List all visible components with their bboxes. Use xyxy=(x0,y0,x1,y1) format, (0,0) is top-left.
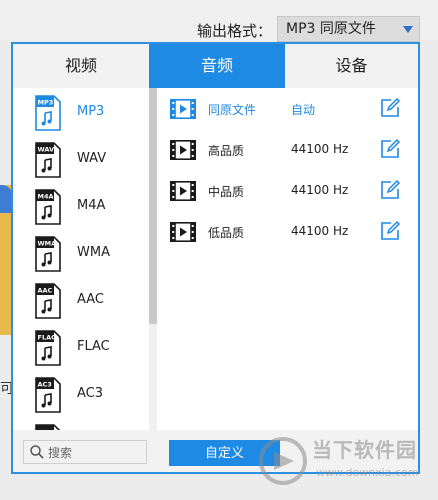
film-icon xyxy=(170,99,196,119)
format-label: AAC xyxy=(77,292,104,307)
audio-file-icon: WMA xyxy=(35,236,61,272)
format-item[interactable]: WAV WAV xyxy=(13,137,149,183)
quality-rate: 44100 Hz xyxy=(291,142,349,156)
quality-row[interactable]: 同原文件 自动 xyxy=(163,91,418,131)
format-label: WAV xyxy=(77,151,107,166)
quality-name: 高品质 xyxy=(208,144,245,158)
tab-video[interactable]: 视频 xyxy=(13,44,149,88)
output-format-label: 输出格式： xyxy=(197,22,273,40)
format-item[interactable]: AAC AAC xyxy=(13,278,149,324)
format-item[interactable]: WMA WMA xyxy=(13,231,149,277)
search-input[interactable] xyxy=(46,443,146,463)
format-popup: 视频 音频 设备 MP3 MP3 WAV WAV M4A M4A WMA WMA AAC AAC F… xyxy=(11,42,420,474)
film-icon xyxy=(170,140,196,160)
edit-icon[interactable] xyxy=(379,138,401,160)
quality-row[interactable]: 高品质 44100 Hz xyxy=(163,132,418,172)
tab-device[interactable]: 设备 xyxy=(285,44,418,88)
quality-row[interactable]: 低品质 44100 Hz xyxy=(163,214,418,254)
bottom-bar: 自定义 xyxy=(13,430,418,472)
quality-rate: 44100 Hz xyxy=(291,224,349,238)
tab-bar: 视频 音频 设备 xyxy=(13,44,418,88)
format-label: AC3 xyxy=(77,386,104,401)
audio-file-icon: FLAC xyxy=(35,330,61,366)
audio-file-icon: AC3 xyxy=(35,377,61,413)
quality-row[interactable]: 中品质 44100 Hz xyxy=(163,173,418,213)
audio-file-icon: AAC xyxy=(35,283,61,319)
edit-icon[interactable] xyxy=(379,179,401,201)
format-label: WMA xyxy=(77,245,110,260)
format-label: FLAC xyxy=(77,339,110,354)
format-item[interactable]: FLAC FLAC xyxy=(13,325,149,371)
format-item-partial[interactable] xyxy=(13,419,149,430)
audio-file-icon: MP3 xyxy=(35,95,61,131)
quality-name: 低品质 xyxy=(208,226,245,240)
format-item[interactable]: MP3 MP3 xyxy=(13,90,149,136)
scrollbar-thumb[interactable] xyxy=(149,88,157,324)
audio-file-icon: M4A xyxy=(35,189,61,225)
output-format-dropdown[interactable]: MP3 同原文件 xyxy=(277,16,420,42)
edit-icon[interactable] xyxy=(379,220,401,242)
dropdown-arrow-icon xyxy=(403,26,413,33)
quality-rate: 44100 Hz xyxy=(291,183,349,197)
format-badge-text: FLAC xyxy=(38,334,57,342)
output-format-value: MP3 同原文件 xyxy=(286,21,376,37)
format-badge-text: AC3 xyxy=(38,381,52,389)
search-icon xyxy=(30,445,44,459)
quality-name: 中品质 xyxy=(208,185,245,199)
format-badge-text: WMA xyxy=(38,240,57,248)
search-box[interactable] xyxy=(23,440,147,464)
film-icon xyxy=(170,222,196,242)
format-item[interactable]: AC3 AC3 xyxy=(13,372,149,418)
tab-audio[interactable]: 音频 xyxy=(149,44,285,88)
format-item[interactable]: M4A M4A xyxy=(13,184,149,230)
format-label: M4A xyxy=(77,198,106,213)
quality-name: 同原文件 xyxy=(208,103,257,117)
format-badge-text: MP3 xyxy=(38,99,54,107)
format-list: MP3 MP3 WAV WAV M4A M4A WMA WMA AAC AAC FLAC FLAC AC… xyxy=(13,88,149,430)
quality-rate: 自动 xyxy=(291,103,316,117)
format-badge-text: AAC xyxy=(38,287,53,295)
edit-icon[interactable] xyxy=(379,97,401,119)
format-badge-text: WAV xyxy=(38,146,55,154)
format-label: MP3 xyxy=(77,104,105,119)
custom-button[interactable]: 自定义 xyxy=(169,440,280,466)
audio-file-icon: WAV xyxy=(35,142,61,178)
film-icon xyxy=(170,181,196,201)
format-badge-text: M4A xyxy=(38,193,54,201)
quality-list: 同原文件 自动高品质 44100 Hz 中品质 44100 Hz 低品质 44100 Hz xyxy=(163,88,418,430)
